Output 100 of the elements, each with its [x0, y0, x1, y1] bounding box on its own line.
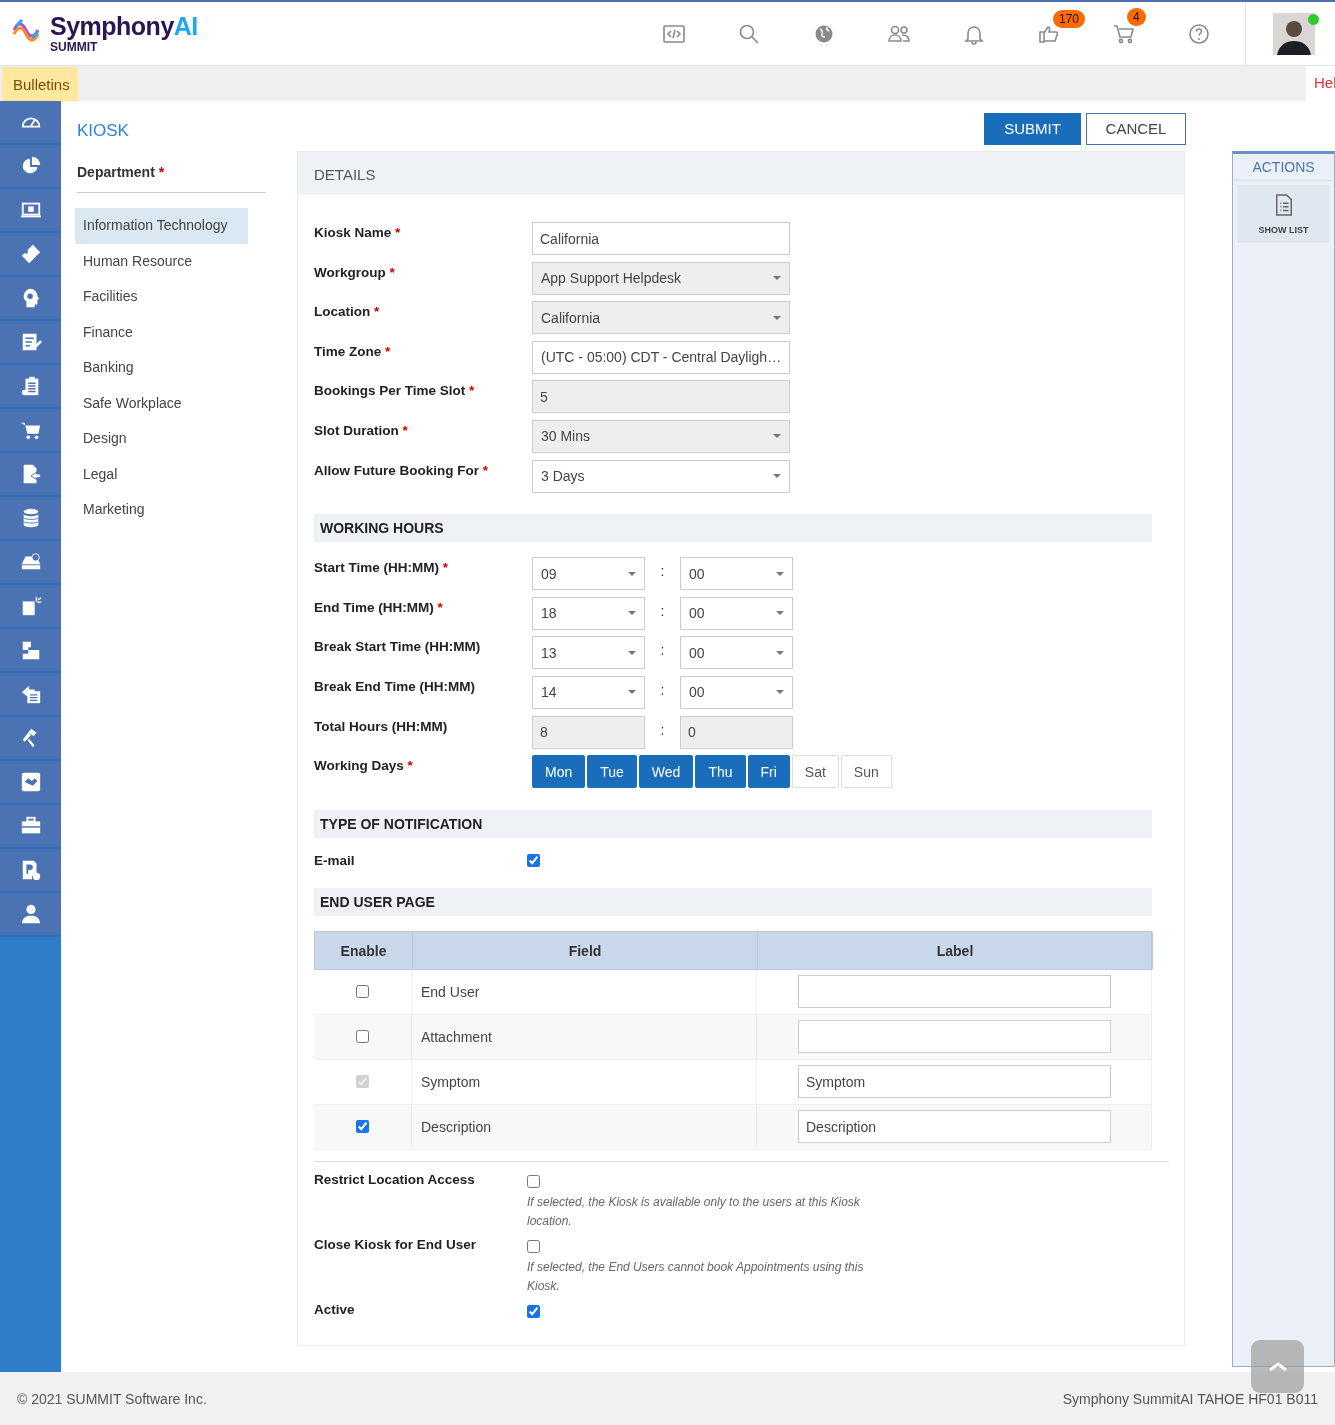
field-label: Allow Future Booking For * [314, 461, 490, 478]
sidebar-item[interactable] [0, 497, 61, 541]
bulletins-tab[interactable]: Bulletins [2, 67, 78, 101]
sidebar-item[interactable] [0, 805, 61, 849]
day-toggle[interactable]: Wed [638, 755, 694, 789]
sidebar-item[interactable] [0, 409, 61, 453]
sidebar-item[interactable] [0, 629, 61, 673]
field-label: E-mail [314, 853, 356, 869]
department-item[interactable]: Design [75, 421, 248, 457]
help-link[interactable]: Hel [1306, 66, 1335, 101]
field-label: Time Zone * [314, 342, 392, 359]
select-field[interactable]: (UTC - 05:00) CDT - Central Dayligh… [532, 340, 790, 374]
checkbox[interactable] [356, 1120, 369, 1134]
show-list-button[interactable]: SHOW LIST [1236, 184, 1331, 244]
select-field[interactable]: 00 [680, 557, 793, 591]
copyright-text: © 2021 SUMMIT Software Inc. [17, 1390, 207, 1407]
department-item[interactable]: Legal [75, 456, 248, 492]
caret-icon [628, 571, 636, 576]
column-header: Enable [315, 931, 413, 969]
sidebar-item[interactable] [0, 277, 61, 321]
cancel-button[interactable]: CANCEL [1086, 112, 1186, 145]
field-label: End Time (HH:MM) * [314, 598, 444, 615]
department-item[interactable]: Human Resource [75, 243, 248, 279]
panel-title: ACTIONS [1233, 154, 1334, 181]
day-toggle[interactable]: Tue [587, 755, 637, 789]
checkbox[interactable] [527, 1239, 540, 1253]
list-arrow-icon [19, 683, 42, 705]
field-label: Close Kiosk for End User [314, 1236, 478, 1254]
select-field[interactable]: 09 [532, 557, 645, 591]
checkbox[interactable] [527, 1304, 540, 1318]
checkbox[interactable] [356, 985, 369, 999]
field-label: Restrict Location Access [314, 1171, 476, 1189]
input-field[interactable] [798, 975, 1111, 1009]
sidebar-item[interactable] [0, 233, 61, 277]
count-badge: 170 [1053, 9, 1086, 28]
version-text: Symphony SummitAI TAHOE HF01 B011 [1062, 1390, 1318, 1407]
user-avatar[interactable] [1273, 12, 1315, 55]
ticket-icon [19, 243, 42, 265]
sidebar-item[interactable] [0, 893, 61, 937]
sidebar-item[interactable] [0, 673, 61, 717]
page-title: KIOSK [77, 120, 129, 141]
select-field[interactable]: 18 [532, 596, 645, 630]
sidebar-item[interactable] [0, 189, 61, 233]
select-field[interactable]: 00 [680, 636, 793, 670]
checkbox[interactable] [527, 854, 540, 868]
department-item[interactable]: Banking [75, 350, 248, 386]
field-label: Total Hours (HH:MM) [314, 717, 449, 734]
select-field[interactable]: 3 Days [532, 459, 790, 493]
checkbox[interactable] [527, 1174, 540, 1188]
input-field[interactable]: California [532, 222, 790, 255]
department-item[interactable]: Information Technology [75, 208, 248, 244]
select-field[interactable]: 00 [680, 675, 793, 709]
day-toggle[interactable]: Fri [747, 755, 790, 789]
sidebar-item[interactable] [0, 849, 61, 893]
table-cell: Description [412, 1104, 757, 1149]
input-field[interactable]: Description [798, 1110, 1111, 1144]
sidebar-item[interactable] [0, 761, 61, 805]
field-label: Location * [314, 303, 381, 320]
checkbox[interactable] [356, 1030, 369, 1044]
field-label: Start Time (HH:MM) * [314, 559, 450, 576]
panel-title: DETAILS [298, 152, 1184, 195]
department-item[interactable]: Finance [75, 314, 248, 350]
input-field[interactable] [798, 1020, 1111, 1054]
sidebar-item[interactable] [0, 541, 61, 585]
caret-icon [628, 650, 636, 655]
help-text: If selected, the End Users cannot book Appointments using this Kiosk. [527, 1258, 865, 1295]
section-header: TYPE OF NOTIFICATION [314, 809, 1152, 838]
select-field[interactable]: 13 [532, 636, 645, 670]
department-item[interactable]: Facilities [75, 279, 248, 315]
sidebar-item[interactable] [0, 717, 61, 761]
day-toggle[interactable]: Thu [695, 755, 746, 789]
day-toggle[interactable]: Sat [791, 755, 839, 789]
input-field[interactable]: 0 [680, 715, 793, 749]
caret-icon [776, 571, 784, 576]
department-item[interactable]: Safe Workplace [75, 385, 248, 421]
sidebar-item[interactable] [0, 145, 61, 189]
caret-icon [773, 434, 781, 439]
field-label: Working Days * [314, 757, 414, 774]
sidebar-item[interactable] [0, 365, 61, 409]
day-toggle[interactable]: Sun [840, 755, 892, 789]
select-field[interactable]: 14 [532, 675, 645, 709]
count-badge: 4 [1127, 7, 1146, 26]
day-toggle[interactable]: Mon [532, 755, 586, 789]
field-label: Break Start Time (HH:MM) [314, 638, 482, 655]
person-icon [19, 903, 42, 925]
input-field[interactable]: 8 [532, 715, 645, 749]
field-label: Kiosk Name * [314, 224, 402, 240]
department-item[interactable]: Marketing [75, 492, 248, 528]
product-name: SUMMIT [50, 40, 98, 54]
time-separator: : [659, 562, 666, 580]
table-cell: Attachment [412, 1014, 757, 1059]
document-list-icon [1273, 193, 1294, 217]
sidebar-item[interactable] [0, 585, 61, 629]
sidebar-item[interactable] [0, 101, 61, 145]
submit-button[interactable]: SUBMIT [984, 112, 1081, 145]
caret-icon [773, 315, 781, 320]
select-field[interactable]: 00 [680, 596, 793, 630]
caret-icon [628, 690, 636, 695]
sidebar-item[interactable] [0, 321, 61, 365]
sidebar-item[interactable] [0, 453, 61, 497]
